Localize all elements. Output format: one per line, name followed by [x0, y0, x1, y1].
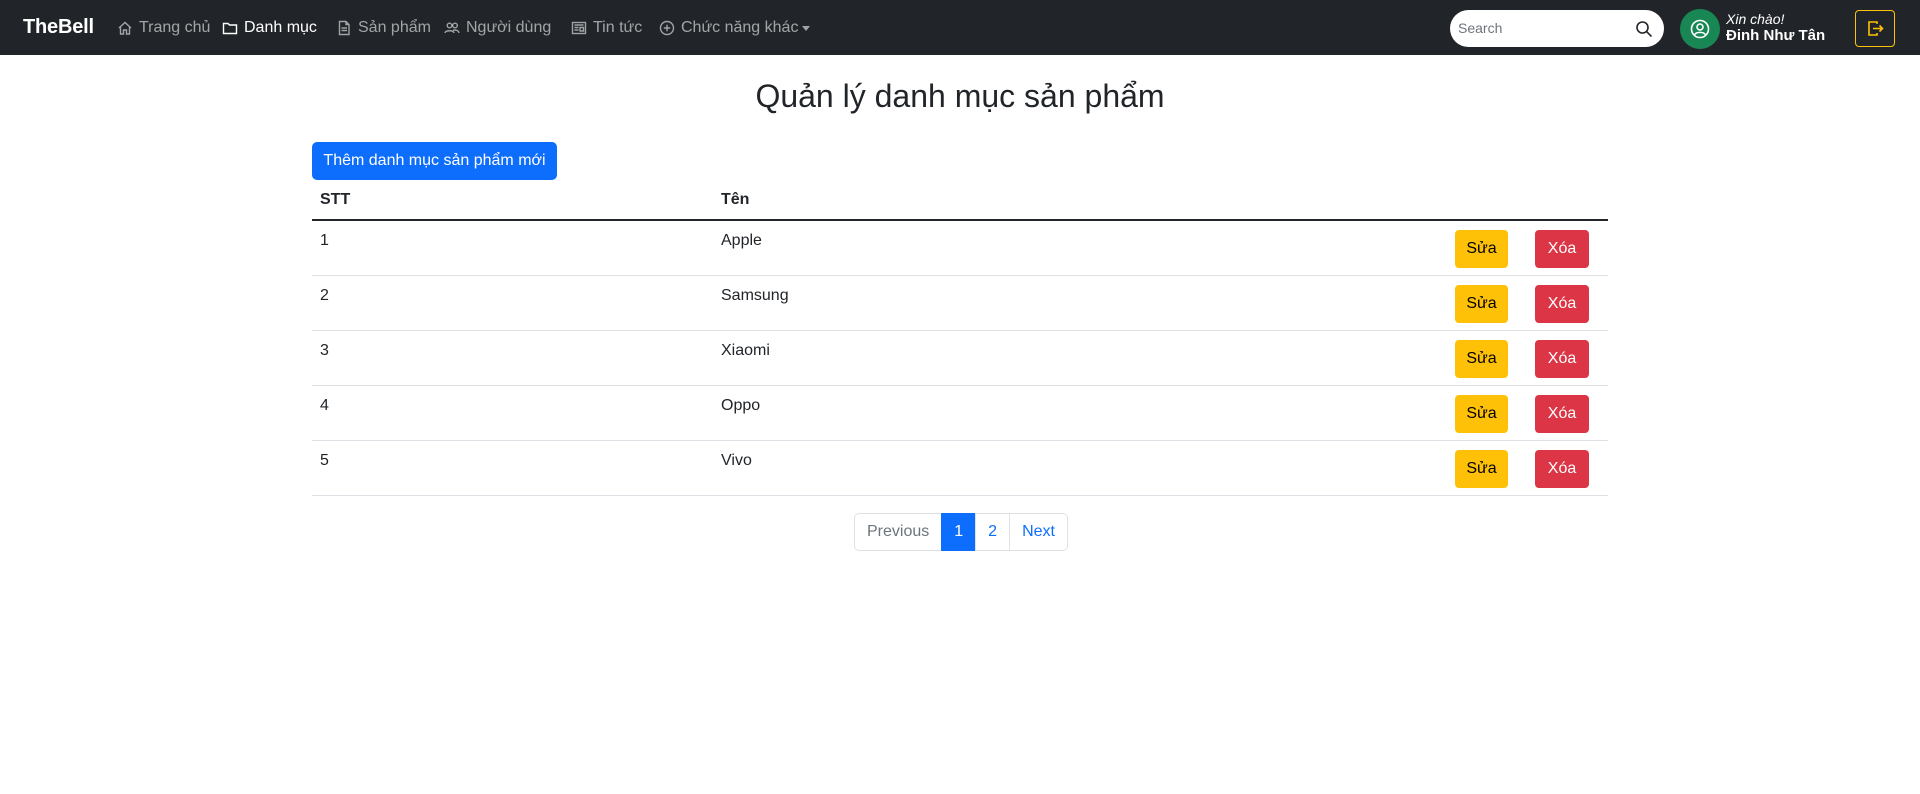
file-icon — [338, 20, 350, 36]
brand-logo[interactable]: TheBell — [23, 16, 94, 39]
pagination-page-2[interactable]: 2 — [975, 513, 1011, 551]
nav-item-news[interactable]: Tin tức — [571, 17, 642, 39]
table-row: 1 Apple Sửa Xóa — [312, 221, 1608, 276]
pagination-previous[interactable]: Previous — [854, 513, 943, 551]
row-stt: 2 — [320, 287, 329, 304]
edit-button[interactable]: Sửa — [1455, 450, 1508, 488]
nav-item-label: Người dùng — [466, 19, 552, 36]
pagination-page-1[interactable]: 1 — [941, 513, 977, 551]
chevron-down-icon — [802, 25, 811, 31]
row-stt: 1 — [320, 232, 329, 249]
username-text: Đinh Như Tân — [1726, 27, 1826, 44]
user-circle-icon — [1690, 19, 1710, 39]
table-row: 2 Samsung Sửa Xóa — [312, 276, 1608, 331]
column-header-name: Tên — [721, 191, 750, 208]
logout-button[interactable] — [1855, 10, 1895, 47]
row-name: Vivo — [721, 452, 752, 469]
nav-item-categories[interactable]: Danh mục — [222, 17, 317, 39]
logout-icon — [1867, 21, 1884, 36]
row-name: Samsung — [721, 287, 789, 304]
nav-item-label: Trang chủ — [139, 19, 211, 36]
newspaper-icon — [571, 21, 587, 35]
nav-item-label: Chức năng khác — [681, 19, 799, 36]
nav-item-more-functions[interactable]: Chức năng khác — [659, 17, 811, 39]
table-row: 5 Vivo Sửa Xóa — [312, 441, 1608, 496]
search-box — [1450, 10, 1664, 47]
people-icon — [444, 22, 460, 34]
edit-button[interactable]: Sửa — [1455, 395, 1508, 433]
page-title: Quản lý danh mục sản phẩm — [755, 78, 1165, 114]
row-name: Oppo — [721, 397, 761, 414]
pagination-next[interactable]: Next — [1009, 513, 1068, 551]
home-icon — [118, 21, 132, 35]
folder-icon — [222, 22, 238, 35]
search-input[interactable] — [1458, 17, 1633, 39]
top-navbar: TheBell Trang chủ Danh mục Sản phẩm Ngườ… — [0, 0, 1920, 55]
delete-button[interactable]: Xóa — [1535, 340, 1589, 378]
greeting-text: Xin chào! — [1726, 11, 1785, 27]
row-stt: 4 — [320, 397, 329, 414]
nav-item-label: Tin tức — [593, 19, 643, 36]
pagination: Previous 1 2 Next — [854, 513, 1068, 551]
edit-button[interactable]: Sửa — [1455, 340, 1508, 378]
search-icon[interactable] — [1635, 20, 1653, 38]
row-name: Apple — [721, 232, 762, 249]
delete-button[interactable]: Xóa — [1535, 285, 1589, 323]
edit-button[interactable]: Sửa — [1455, 285, 1508, 323]
nav-item-home[interactable]: Trang chủ — [117, 17, 210, 39]
nav-item-products[interactable]: Sản phẩm — [336, 17, 431, 39]
table-row: 4 Oppo Sửa Xóa — [312, 386, 1608, 441]
delete-button[interactable]: Xóa — [1535, 450, 1589, 488]
column-header-stt: STT — [320, 191, 351, 208]
plus-circle-icon — [659, 20, 675, 36]
avatar[interactable] — [1680, 9, 1720, 49]
nav-item-label: Danh mục — [244, 19, 317, 36]
edit-button[interactable]: Sửa — [1455, 230, 1508, 268]
nav-item-users[interactable]: Người dùng — [444, 17, 551, 39]
delete-button[interactable]: Xóa — [1535, 395, 1589, 433]
row-name: Xiaomi — [721, 342, 770, 359]
table-row: 3 Xiaomi Sửa Xóa — [312, 331, 1608, 386]
row-stt: 3 — [320, 342, 329, 359]
row-stt: 5 — [320, 452, 329, 469]
nav-item-label: Sản phẩm — [358, 19, 431, 36]
delete-button[interactable]: Xóa — [1535, 230, 1589, 268]
add-category-button[interactable]: Thêm danh mục sản phẩm mới — [312, 142, 557, 180]
